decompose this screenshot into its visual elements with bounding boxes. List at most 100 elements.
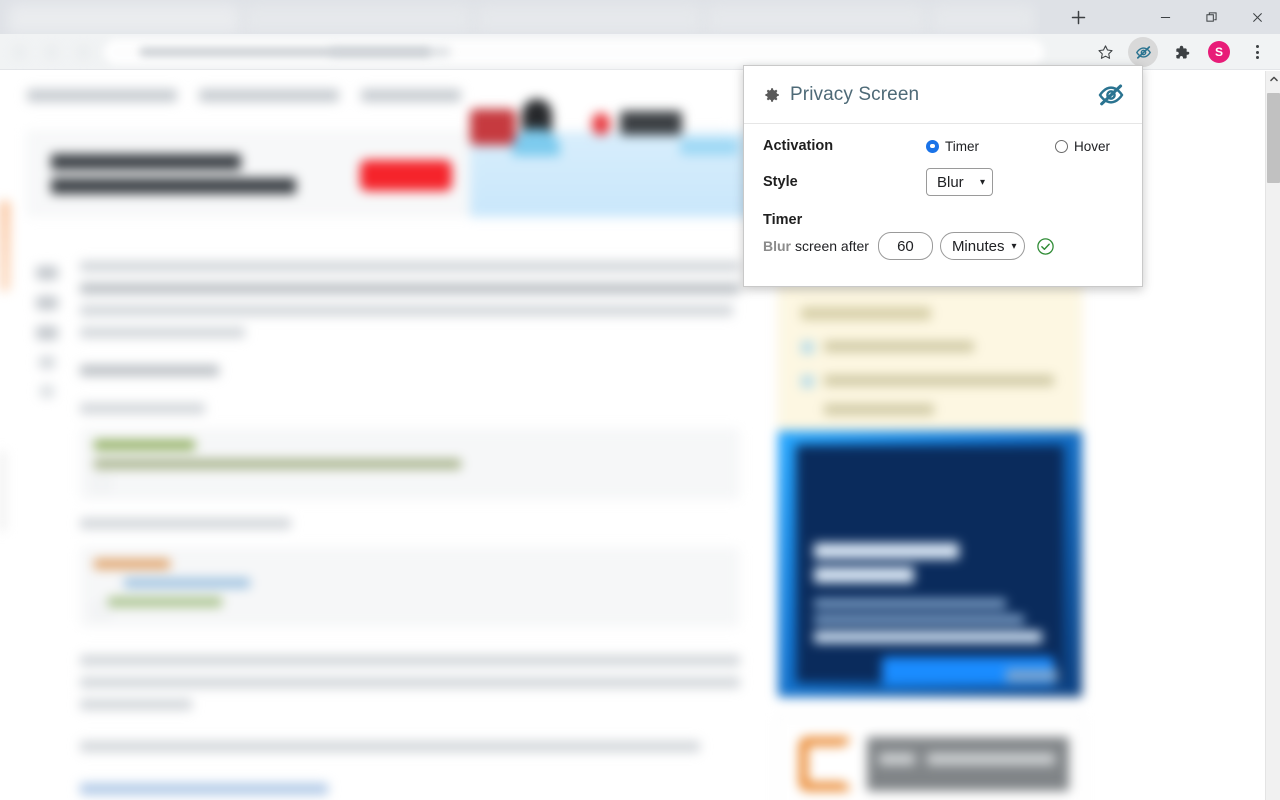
tab-item[interactable] [244,4,472,34]
sidebar-card-title [801,307,931,320]
text-line [824,341,974,352]
copy-code-button[interactable] [94,476,109,491]
sidebar-promo-card[interactable] [778,716,1082,800]
tab-item[interactable] [476,4,702,34]
reload-button[interactable] [78,47,89,58]
text-line [80,403,206,414]
scrollbar-thumb[interactable] [1267,93,1280,183]
breadcrumb-item[interactable] [27,89,177,102]
code-token-line [124,578,251,588]
kebab-menu-icon [1255,45,1259,59]
downvote-button[interactable] [36,326,58,340]
style-select-value: Blur [937,173,964,191]
text-line [814,615,1024,624]
timer-prefix-text: screen after [795,238,869,254]
sidebar-ad-logo [1006,669,1058,682]
ad-artwork-shape [620,111,682,135]
sidebar-promo-logo [799,737,853,791]
chrome-menu-button[interactable] [1242,37,1272,67]
minimize-button[interactable] [1142,0,1188,34]
profile-avatar-button[interactable]: S [1204,37,1234,67]
radio-hover-indicator [1055,139,1068,153]
text-line [824,404,934,415]
tab-item[interactable] [706,4,926,34]
timer-row: Blur screen after Minutes ▾ [763,232,1123,260]
privacy-screen-popup: Privacy Screen Activation Timer Hover St… [743,65,1143,287]
post-link[interactable] [80,783,328,795]
ad-headline-line [51,154,241,170]
style-label: Style [763,174,798,190]
code-block [80,547,740,627]
post-vote-column [36,266,58,398]
radio-timer-indicator [926,139,939,153]
extensions-button[interactable] [1166,37,1196,67]
post-history-button[interactable] [40,385,54,398]
text-line [80,677,740,688]
upvote-button[interactable] [36,266,58,280]
text-line [80,365,219,376]
breadcrumb-item[interactable] [361,89,461,102]
ad-artwork-shape [512,129,560,156]
browser-window: S Privacy Screen Activation Timer Hover … [0,0,1280,800]
timer-style-word: Blur [763,238,791,254]
minimize-icon [1160,16,1170,18]
back-button[interactable] [14,47,25,58]
gear-icon[interactable] [763,86,781,104]
ad-artwork-shape [592,113,610,135]
ad-cta-button[interactable] [360,160,452,191]
code-token-line [94,559,170,569]
text-line [824,375,1054,386]
copy-code-button[interactable] [94,603,109,618]
bookmark-post-button[interactable] [39,356,55,369]
tab-item[interactable] [930,4,1036,34]
text-line [879,753,915,765]
bookmark-button[interactable] [1090,37,1120,67]
restore-icon [1205,11,1217,22]
forward-button[interactable] [46,47,57,58]
page-scrollbar[interactable] [1265,71,1280,800]
text-line [814,599,1006,608]
style-row: Style Blur ▾ [763,168,1123,196]
eye-slash-icon[interactable] [1097,81,1125,109]
text-line [80,305,734,316]
activation-label: Activation [763,138,834,154]
text-line [80,261,740,272]
breadcrumb-item[interactable] [199,89,339,102]
tab-strip [0,0,1280,34]
sidebar-list-item[interactable] [801,375,1063,415]
star-icon [1097,44,1113,59]
text-line [80,518,292,529]
radio-hover-label: Hover [1074,138,1111,154]
timer-value-input[interactable] [877,232,933,260]
timer-section-label: Timer [763,212,803,228]
tab-item[interactable] [8,4,240,34]
text-line [814,631,1042,643]
timer-unit-select[interactable]: Minutes ▾ [939,232,1025,260]
activation-option-timer[interactable]: Timer [926,139,979,154]
scrollbar-up-button[interactable] [1266,71,1280,86]
ad-artwork-shape [522,99,552,133]
ad-headline-line [51,178,296,194]
new-tab-button[interactable] [1063,4,1093,30]
ad-artwork-shape [680,139,738,155]
sidebar-list-item[interactable] [801,341,974,354]
sidebar-ad-card[interactable] [778,431,1082,697]
tabs-blurred-region [0,0,1040,34]
check-circle-icon[interactable] [1036,237,1055,256]
text-line [80,327,245,338]
privacy-screen-extension-button[interactable] [1128,37,1158,67]
top-ad-banner[interactable] [27,131,758,217]
text-line [80,283,740,294]
left-accent-strip [0,201,10,291]
text-line [927,753,1055,765]
activation-option-hover[interactable]: Hover [1055,139,1110,154]
style-select[interactable]: Blur ▾ [926,168,993,196]
sidebar-info-card [778,284,1082,431]
maximize-button[interactable] [1188,0,1234,34]
chevron-up-icon [1269,76,1278,81]
code-token-line [94,459,461,469]
sidebar-ad-headline [814,567,914,583]
close-button[interactable] [1234,0,1280,34]
activation-row: Activation Timer Hover [763,138,1123,154]
address-bar-url-suffix [330,48,450,56]
